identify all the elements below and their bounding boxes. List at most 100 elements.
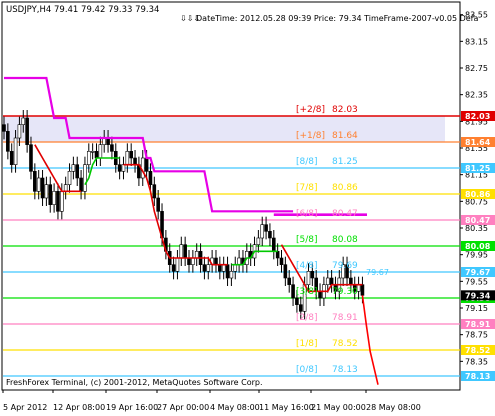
candle-body [187,257,191,265]
price-tick-label: 82.35 [465,91,488,100]
price-tag-label: 78.91 [465,320,491,329]
candle-body [268,231,272,239]
price-tick-label: 83.15 [465,37,488,46]
candle-body [9,151,14,165]
murrey-level-label: [2/8] [296,313,318,323]
chart-canvas[interactable]: [+2/8] 82.03 [+1/8] 81.64 [8/8] 81.25 [7/8] 80.… [0,0,495,416]
candle-body [6,131,10,152]
candle-body [21,117,26,125]
candle-body [310,271,315,279]
price-tag-label: 80.47 [465,216,490,225]
candle-body [291,284,295,299]
murrey-level-label: [1/8] [296,339,318,349]
price-tick-label: 79.15 [465,304,488,313]
candle-body [256,237,261,245]
price-chart[interactable]: [+2/8] 82.03 [+1/8] 81.64 [8/8] 81.25 [7/8] 80.… [0,0,495,416]
candle-body [13,137,18,165]
candle-body [237,257,241,265]
murrey-level-value: 79.69 [332,261,358,271]
candle-body [52,191,56,205]
candle-body [194,251,199,259]
price-tag-label: 78.52 [465,346,490,355]
candle-body [279,257,284,265]
price-tick-label: 82.75 [465,64,488,73]
price-tick-label: 79.55 [465,277,488,286]
time-tick-label: 11 May 16:00 [259,403,314,412]
candle-body [148,171,153,185]
murrey-level-label: [0/8] [296,365,318,375]
murrey-level-value: 80.47 [332,209,358,219]
candle-body [2,124,6,132]
candle-body [71,164,76,172]
candle-body [33,171,37,192]
candle-body [98,144,103,159]
time-tick-label: 19 Apr 16:00 [106,403,158,412]
time-tick-label: 21 May 00:00 [311,403,366,412]
midline-value-label: 79.67 [366,268,389,277]
candle-body [44,184,49,199]
candle-body [63,184,68,192]
copyright-text: FreshForex Terminal, (c) 2001-2012, Meta… [6,378,263,387]
murrey-level-label: [7/8] [296,183,318,193]
candle-body [225,264,230,279]
candle-body [283,264,288,279]
murrey-level-label: [5/8] [296,235,318,245]
candle-body [117,164,122,172]
candle-body [110,144,114,152]
price-tick-label: 78.35 [465,357,488,366]
candle-body [325,277,330,285]
murrey-level-value: 81.25 [332,157,358,167]
murrey-level-value: 78.13 [332,365,358,375]
candle-body [25,117,29,145]
candle-body [229,271,234,279]
candle-body [48,184,53,205]
murrey-level-value: 81.64 [332,131,358,141]
candle-body [67,171,72,185]
info-line: DateTime: 2012.05.28 09:39 Price: 79.34 … [196,14,478,23]
candle-body [144,157,149,172]
murrey-level-label: [6/8] [296,209,318,219]
candle-body [349,277,353,285]
candle-body [83,164,87,192]
candle-body [260,224,265,239]
price-tag-label: 82.03 [465,112,490,121]
candle-body [264,224,268,232]
price-tick-label: 79.95 [465,251,488,260]
candle-body [360,284,365,296]
chart-title: USDJPY,H4 79.41 79.42 79.33 79.34 [6,5,159,15]
time-tick-label: 12 Apr 08:00 [53,403,105,412]
candle-body [298,304,303,312]
candle-body [121,164,126,172]
candle-body [295,297,299,305]
candle-body [79,177,83,192]
candle-body [287,277,292,285]
candle-body [275,251,280,259]
candle-body [94,151,99,159]
candle-body [125,151,130,165]
candle-body [183,244,187,259]
candle-body [171,264,176,272]
candle-body [191,257,195,265]
candle-body [86,151,91,165]
candle-body [329,277,334,285]
murrey-level-label: [3/8] [296,287,318,297]
candle-body [214,257,218,265]
price-tick-label: 78.75 [465,331,488,340]
murrey-level-value: 80.08 [332,235,358,245]
current-price-label: 79.34 [465,291,491,300]
price-tag-label: 81.25 [465,164,491,173]
candle-body [221,264,226,272]
price-tag-label: 80.86 [465,190,491,199]
candle-body [271,237,276,252]
time-tick-label: 4 May 08:00 [210,403,260,412]
candle-body [17,124,22,139]
murrey-level-label: [+1/8] [296,131,325,141]
candle-body [156,197,160,212]
murrey-level-label: [+2/8] [296,105,325,115]
murrey-level-value: 78.91 [332,313,358,323]
candle-body [133,157,137,165]
candle-body [179,244,184,259]
candle-body [233,264,238,272]
murrey-level-value: 79.30 [332,287,358,297]
candle-body [40,177,45,199]
